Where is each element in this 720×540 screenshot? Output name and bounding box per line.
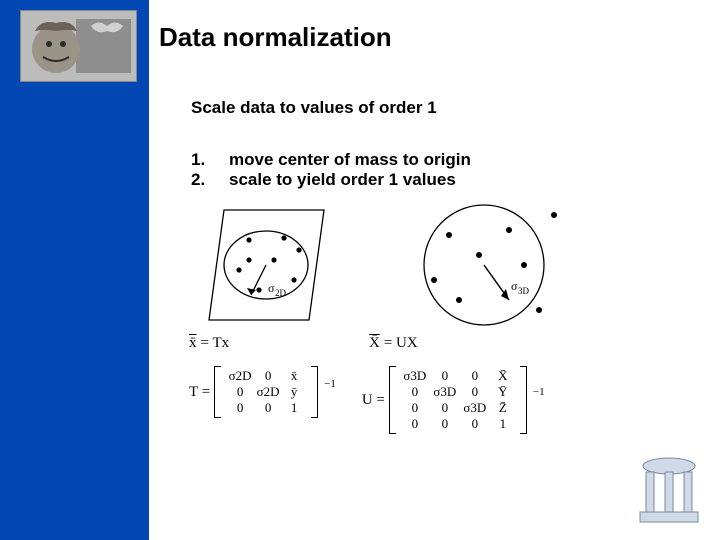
diagram-2d-icon: σ 2D [209, 210, 324, 320]
matrix-cell: 0 [225, 384, 255, 400]
step-text: move center of mass to origin [229, 150, 471, 170]
eq-Xbar-UX: X̄ = UX [369, 335, 599, 352]
eq-text: x̄ [189, 335, 197, 352]
matrix-cell: 0 [460, 368, 490, 384]
eq-text: U = [362, 392, 385, 409]
step-number: 1. [191, 150, 229, 170]
matrix-cell: σ2D [255, 384, 281, 400]
matrix-cell: 0 [255, 400, 281, 416]
equations-block: x̄ = Tx X̄ = UX T = σ2D 0 x̄ [189, 335, 619, 434]
matrix-cell: 1 [281, 400, 307, 416]
matrix-cell: 0 [400, 384, 430, 400]
matrix-inverse: −1 [533, 386, 545, 398]
corner-logo-icon [634, 448, 704, 528]
matrix-cell: 0 [400, 416, 430, 432]
slide-subtitle: Scale data to values of order 1 [191, 98, 437, 118]
matrix-cell: 0 [400, 400, 430, 416]
matrix-cell: σ3D [430, 384, 460, 400]
matrix-T: T = σ2D 0 x̄ 0 σ2D ȳ [189, 366, 334, 418]
diagrams: σ 2D σ 3D [189, 200, 609, 340]
svg-text:3D: 3D [518, 286, 530, 296]
step-item: 2. scale to yield order 1 values [191, 170, 471, 190]
step-number: 2. [191, 170, 229, 190]
steps-list: 1. move center of mass to origin 2. scal… [191, 150, 471, 190]
matrix-U: U = σ3D 0 0 X̄ 0 σ3D 0 [362, 366, 543, 434]
matrix-cell: x̄ [281, 368, 307, 384]
eq-text: X̄ [369, 335, 380, 352]
eq-text: T = [189, 384, 210, 401]
slide-logo [20, 10, 137, 82]
matrix-cell: 0 [225, 400, 255, 416]
matrix-cell: X̄ [490, 368, 516, 384]
matrix-cell: σ3D [400, 368, 430, 384]
sigma-3d-label: σ [511, 279, 518, 293]
matrix-cell: 0 [430, 400, 460, 416]
matrix-cell: 0 [460, 384, 490, 400]
svg-text:2D: 2D [275, 288, 287, 298]
matrix-cell: 0 [460, 416, 490, 432]
slide-title: Data normalization [159, 22, 392, 53]
step-item: 1. move center of mass to origin [191, 150, 471, 170]
matrix-inverse: −1 [324, 378, 336, 390]
diagram-3d-icon: σ 3D [424, 205, 557, 325]
matrix-cell: 0 [430, 416, 460, 432]
eq-text: = UX [384, 335, 418, 352]
matrix-cell: Z̄ [490, 400, 516, 416]
matrix-cell: Ȳ [490, 384, 516, 400]
matrix-cell: σ2D [225, 368, 255, 384]
sigma-2d-label: σ [268, 281, 275, 295]
matrix-cell: 0 [255, 368, 281, 384]
step-text: scale to yield order 1 values [229, 170, 456, 190]
matrix-cell: σ3D [460, 400, 490, 416]
matrix-cell: 0 [430, 368, 460, 384]
eq-xbar-tx: x̄ = Tx [189, 335, 369, 352]
matrix-cell: 1 [490, 416, 516, 432]
matrix-cell: ȳ [281, 384, 307, 400]
eq-text: = Tx [201, 335, 230, 352]
